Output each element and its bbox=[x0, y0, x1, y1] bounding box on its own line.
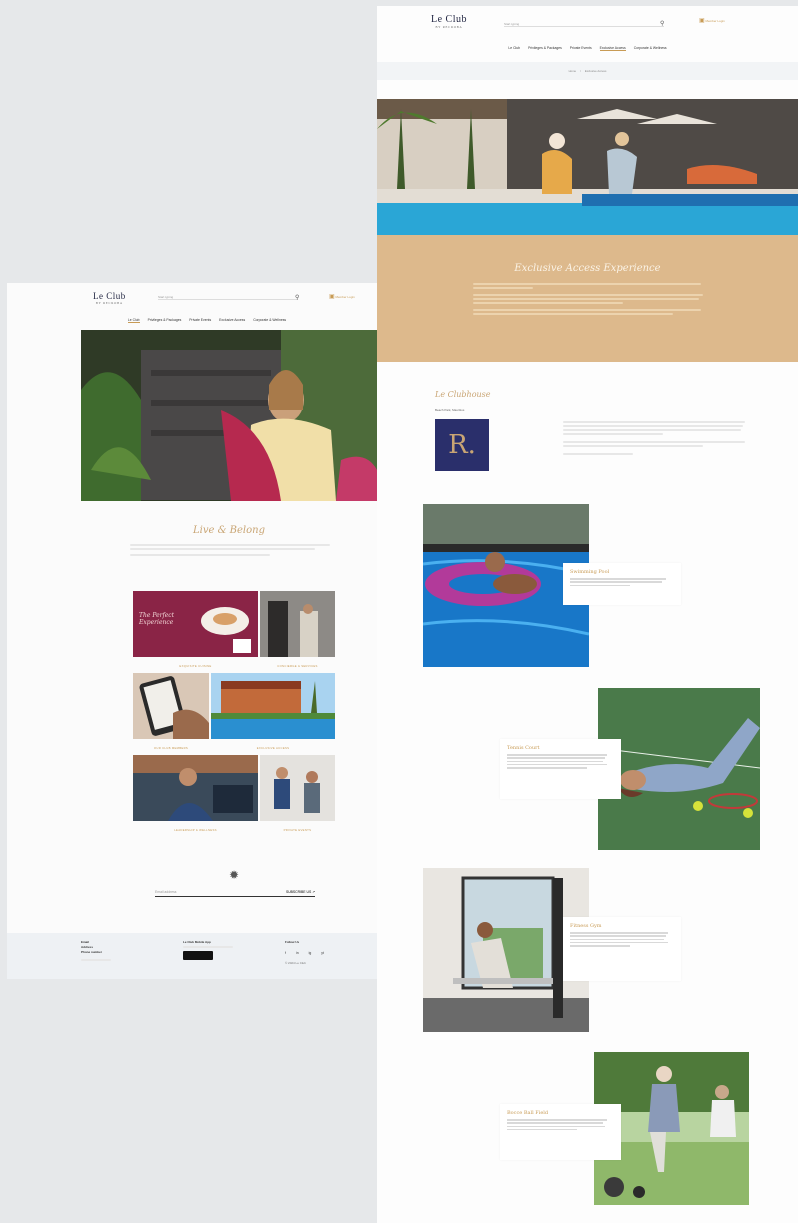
tile-private-events[interactable]: PRIVATE EVENTS bbox=[260, 755, 335, 832]
left-nav-le-club[interactable]: Le Club bbox=[127, 318, 140, 323]
left-logo-tagline: BY RECROBA bbox=[95, 300, 123, 305]
tile-exclusive-access[interactable]: EXCLUSIVE ACCESS bbox=[211, 673, 335, 750]
tile-concierge[interactable]: CONCIERGE & SERVICES bbox=[260, 591, 335, 668]
right-main-nav: Le Club Privileges & Packages Private Ev… bbox=[377, 46, 798, 51]
tennis-court-card: Tennis Court bbox=[500, 739, 621, 799]
swimming-pool-title: Swimming Pool bbox=[570, 569, 610, 575]
tile-caption: LEADERSHIP & WELLNESS bbox=[174, 828, 217, 832]
clubhouse-title: Le Clubhouse bbox=[435, 390, 491, 399]
left-badge-icon: ✹ bbox=[229, 868, 240, 882]
tile-caption: EXQUISITE CUISINE bbox=[179, 664, 212, 668]
footer-copyright: © 2024 Le Club bbox=[285, 961, 306, 965]
subscribe-label: SUBSCRIBE US bbox=[285, 890, 312, 894]
footer-phone-label: Phone number bbox=[81, 950, 103, 955]
tennis-court-image bbox=[598, 688, 760, 850]
right-logo-text: Le Club bbox=[431, 14, 467, 25]
left-hero-image bbox=[81, 330, 377, 501]
left-logo-text: Le Club bbox=[93, 290, 126, 301]
left-search-icon[interactable]: ⚲ bbox=[295, 294, 299, 301]
swimming-pool-card: Swimming Pool bbox=[563, 563, 681, 605]
tile-club-members[interactable]: OUR CLUB MEMBERS bbox=[133, 673, 209, 750]
left-nav-private-events[interactable]: Private Events bbox=[189, 318, 211, 322]
left-login-link[interactable]: ▣ Member Login bbox=[329, 294, 355, 301]
right-login-label: Member Login bbox=[705, 19, 725, 23]
facebook-icon[interactable]: f bbox=[285, 951, 286, 955]
tile-caption: PRIVATE EVENTS bbox=[283, 828, 312, 832]
newsletter-email-input[interactable]: Email address bbox=[155, 890, 176, 894]
left-logo[interactable]: Le Club BY RECROBA bbox=[93, 290, 126, 305]
breadcrumb-current: Exclusive Access bbox=[584, 69, 607, 73]
footer-app-heading: Le Club Mobile App bbox=[183, 940, 211, 944]
footer-address-label: Address bbox=[81, 945, 94, 950]
right-nav-le-club[interactable]: Le Club bbox=[508, 46, 520, 51]
newsletter-form: Email address SUBSCRIBE US ↗ bbox=[155, 890, 315, 897]
left-nav-privileges[interactable]: Privileges & Packages bbox=[148, 318, 182, 322]
right-nav-exclusive-access[interactable]: Exclusive Access bbox=[599, 46, 626, 51]
right-nav-corporate[interactable]: Corporate & Wellness bbox=[634, 46, 667, 51]
tile-caption: EXCLUSIVE ACCESS bbox=[256, 746, 290, 750]
clubhouse-logo: R. bbox=[435, 419, 489, 471]
left-user-icon: ▣ bbox=[329, 294, 335, 300]
homepage-screenshot: Le Club BY RECROBA Start typing ⚲ ▣ Memb… bbox=[7, 283, 377, 979]
left-login-label: Member Login bbox=[335, 295, 355, 299]
left-intro-text bbox=[130, 544, 330, 558]
right-search-icon[interactable]: ⚲ bbox=[660, 20, 664, 27]
right-login-link[interactable]: ▣ Member Login bbox=[699, 18, 725, 25]
footer-follow-heading: Follow Us bbox=[285, 940, 300, 944]
clubhouse-description bbox=[563, 421, 747, 457]
breadcrumb-separator: / bbox=[580, 69, 581, 73]
banner-title: Exclusive Access Experience bbox=[514, 263, 661, 274]
right-nav-privileges[interactable]: Privileges & Packages bbox=[528, 46, 562, 51]
tile-exquisite-cuisine[interactable]: The Perfect Experience EXQUISITE CUISINE bbox=[133, 591, 258, 668]
tile-caption: CONCIERGE & SERVICES bbox=[277, 664, 318, 668]
clubhouse-subtitle: Beach Park, Mauritius bbox=[435, 408, 465, 412]
right-header: Le Club BY RECROBA Start typing ⚲ ▣ Memb… bbox=[377, 6, 798, 38]
subscribe-button[interactable]: SUBSCRIBE US ↗ bbox=[286, 890, 315, 894]
right-search-input[interactable]: Start typing bbox=[504, 22, 664, 27]
right-user-icon: ▣ bbox=[699, 18, 705, 24]
exclusive-access-screenshot: Le Club BY RECROBA Start typing ⚲ ▣ Memb… bbox=[377, 6, 798, 1223]
left-footer: Email Address Phone number Le Club Mobil… bbox=[7, 933, 377, 979]
right-hero-image bbox=[377, 99, 798, 235]
fitness-gym-title: Fitness Gym bbox=[570, 923, 602, 929]
exclusive-banner: Exclusive Access Experience bbox=[377, 235, 798, 362]
youtube-icon[interactable]: yt bbox=[321, 951, 324, 955]
bocce-ball-card: Bocce Ball Field bbox=[500, 1104, 621, 1160]
instagram-icon[interactable]: ig bbox=[309, 951, 312, 955]
breadcrumb: Home / Exclusive Access bbox=[377, 62, 798, 80]
fitness-gym-card: Fitness Gym bbox=[563, 917, 681, 981]
left-nav-corporate[interactable]: Corporate & Wellness bbox=[253, 318, 286, 322]
tile-caption: OUR CLUB MEMBERS bbox=[153, 746, 189, 750]
breadcrumb-home[interactable]: Home bbox=[569, 69, 576, 73]
left-main-nav: Le Club Privileges & Packages Private Ev… bbox=[7, 313, 377, 327]
right-nav-private-events[interactable]: Private Events bbox=[570, 46, 592, 51]
footer-email-label: Email bbox=[81, 940, 90, 944]
clubhouse-logo-text: R. bbox=[448, 430, 476, 460]
tile-leadership[interactable]: LEADERSHIP & WELLNESS bbox=[133, 755, 258, 832]
right-logo[interactable]: Le Club BY RECROBA bbox=[431, 15, 467, 29]
left-section-title: Live & Belong bbox=[193, 525, 265, 536]
tennis-court-title: Tennis Court bbox=[507, 745, 540, 751]
left-search-input[interactable]: Start typing bbox=[158, 295, 298, 300]
left-nav-exclusive-access[interactable]: Exclusive Access bbox=[219, 318, 245, 322]
right-logo-tagline: BY RECROBA bbox=[435, 25, 463, 29]
bocce-ball-title: Bocce Ball Field bbox=[507, 1110, 549, 1116]
tile-art-text: The Perfect Experience bbox=[139, 612, 175, 626]
google-play-button[interactable] bbox=[183, 951, 213, 960]
left-header: Le Club BY RECROBA Start typing ⚲ ▣ Memb… bbox=[7, 283, 377, 313]
linkedin-icon[interactable]: in bbox=[296, 951, 299, 955]
